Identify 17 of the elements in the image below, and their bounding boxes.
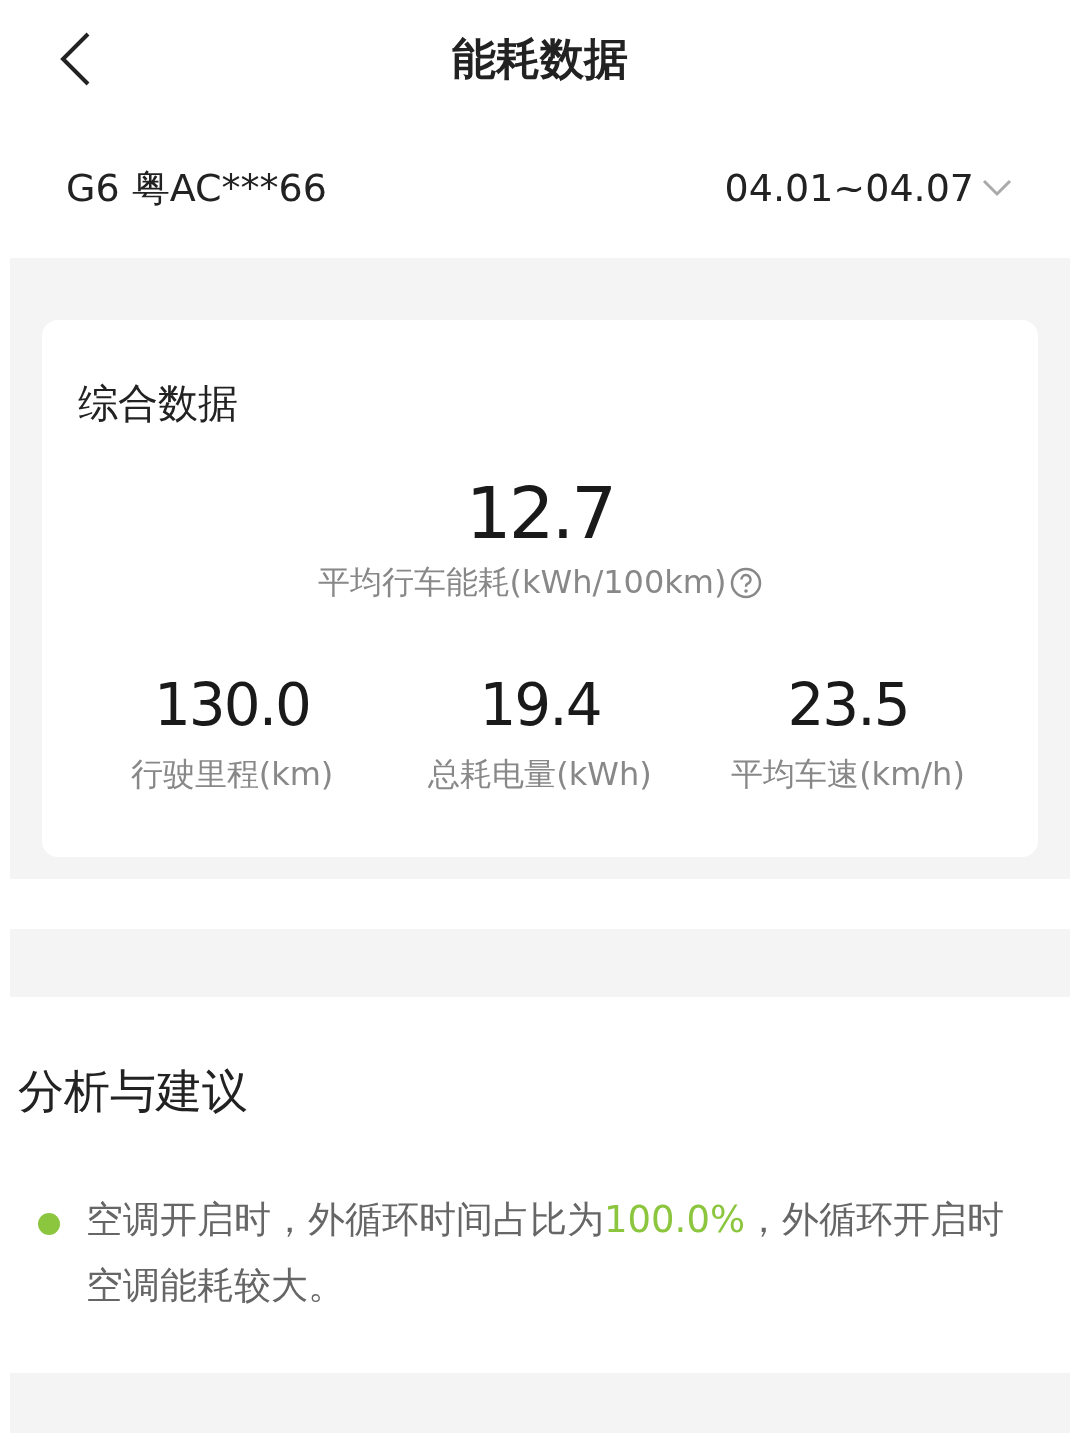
page-title: 能耗数据 [452, 31, 628, 86]
vehicle-name: G6 粤AC***66 [66, 164, 327, 212]
section-title: 分析与建议 [17, 1063, 249, 1120]
stat-value: 23.5 [787, 671, 909, 739]
back-icon [58, 31, 92, 87]
date-range-dropdown[interactable]: 04.01~04.07 [724, 166, 1012, 210]
card-title: 综合数据 [78, 379, 239, 428]
stat-label: 总耗电量(kWh) [428, 754, 652, 795]
stat-value: 130.0 [153, 671, 310, 739]
suggestion-text: 空调开启时，外循环时间占比为100.0%，外循环开启时空调能耗较大。 [86, 1197, 1006, 1309]
stat-label: 平均车速(km/h) [731, 754, 965, 795]
average-consumption-label: 平均行车能耗(kWh/100km) [317, 562, 727, 603]
help-icon[interactable] [730, 567, 763, 599]
stat-label: 行驶里程(km) [130, 754, 334, 795]
stat-value: 19.4 [479, 671, 601, 739]
average-consumption-value: 12.7 [465, 471, 615, 555]
chevron-down-icon [982, 179, 1012, 197]
